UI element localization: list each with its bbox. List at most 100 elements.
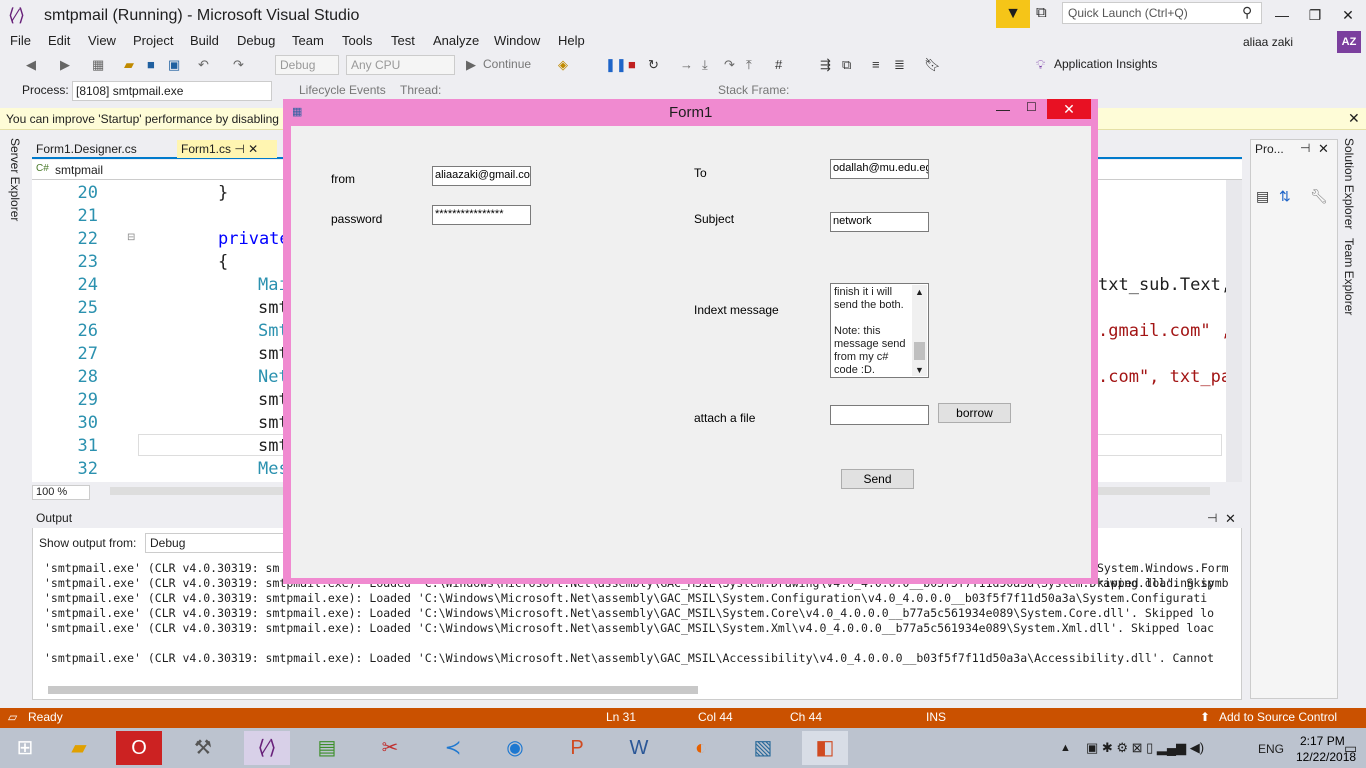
browser-icon[interactable]: ◉ — [492, 731, 538, 765]
add-to-source-control-button[interactable]: Add to Source Control — [1219, 710, 1337, 724]
continue-button[interactable]: Continue — [483, 57, 531, 71]
menu-project[interactable]: Project — [133, 33, 173, 48]
close-icon[interactable]: ✕ — [1225, 511, 1236, 527]
threads-icon[interactable]: ⇶ — [820, 57, 831, 73]
menu-window[interactable]: Window — [494, 33, 540, 48]
pin-icon[interactable]: ⊣ — [234, 142, 244, 156]
menu-edit[interactable]: Edit — [48, 33, 70, 48]
password-input[interactable]: **************** — [432, 205, 531, 225]
powerpoint-icon[interactable]: P — [554, 731, 600, 765]
pin-icon[interactable]: ⊣ — [1300, 141, 1310, 155]
quick-launch-input[interactable]: Quick Launch (Ctrl+Q) — [1062, 2, 1262, 24]
process-dropdown[interactable]: [8108] smtpmail.exe — [72, 81, 272, 101]
close-icon[interactable]: ✕ — [248, 142, 258, 156]
menu-file[interactable]: File — [10, 33, 31, 48]
restart-icon[interactable]: ↻ — [648, 57, 659, 73]
step-into-icon[interactable]: ⤓ — [702, 57, 708, 73]
clock-time[interactable]: 2:17 PM — [1300, 734, 1345, 748]
message-scroll-thumb[interactable] — [914, 342, 925, 360]
comment-icon[interactable]: ≡ — [872, 57, 880, 72]
step-out-icon[interactable]: ⤒ — [746, 57, 752, 73]
notification-center-icon[interactable]: ▭ — [1344, 740, 1357, 757]
from-input[interactable]: aliaazaki@gmail.com — [432, 166, 531, 186]
form1-maximize-button[interactable]: ☐ — [1026, 100, 1037, 114]
menu-test[interactable]: Test — [391, 33, 415, 48]
scroll-up-icon[interactable]: ▲ — [915, 287, 924, 297]
word-icon[interactable]: W — [616, 731, 662, 765]
step-over-icon[interactable]: ↷ — [724, 57, 735, 73]
new-project-icon[interactable]: ▦ — [92, 57, 104, 73]
file-explorer-icon[interactable]: ▰ — [56, 731, 102, 765]
filter-icon[interactable]: ▼ — [996, 0, 1030, 28]
subject-input[interactable]: network — [830, 212, 929, 232]
menu-debug[interactable]: Debug — [237, 33, 275, 48]
show-hidden-icons[interactable]: ▲ — [1060, 742, 1071, 754]
avatar[interactable]: AZ — [1337, 31, 1361, 53]
server-explorer-tab[interactable]: Server Explorer — [8, 138, 22, 221]
attach-icon[interactable]: ◈ — [558, 57, 568, 73]
stop-icon[interactable]: ■ — [628, 57, 636, 72]
close-button[interactable]: ✕ — [1334, 4, 1362, 26]
attach-input[interactable] — [830, 405, 929, 425]
scroll-down-icon[interactable]: ▼ — [915, 365, 924, 375]
project-dropdown[interactable]: smtpmail — [55, 163, 103, 177]
user-name[interactable]: aliaa zaki — [1243, 35, 1293, 49]
continue-icon[interactable]: ▶ — [466, 57, 476, 73]
alphabetical-icon[interactable]: ⇅ — [1279, 188, 1291, 205]
pin-icon[interactable]: ⊣ — [1207, 511, 1217, 525]
save-icon[interactable]: ■ — [147, 57, 155, 72]
undo-icon[interactable]: ↶ — [198, 57, 209, 73]
back-icon[interactable]: ◀ — [26, 57, 36, 73]
tools-app-icon[interactable]: ⚒ — [180, 731, 226, 765]
bookmark-icon[interactable]: 🔖︎ — [924, 57, 941, 73]
menu-help[interactable]: Help — [558, 33, 585, 48]
uncomment-icon[interactable]: ≣ — [894, 57, 905, 73]
form1-minimize-button[interactable]: — — [996, 101, 1010, 117]
send-button[interactable]: Send — [841, 469, 914, 489]
terminal-app-icon[interactable]: ▤ — [304, 731, 350, 765]
solution-explorer-tab[interactable]: Solution Explorer — [1342, 138, 1356, 229]
redo-icon[interactable]: ↷ — [233, 57, 244, 73]
tray-icons[interactable]: ▣ ✱ ⚙ ⊠ ▯ ▂▄▆ ◀) — [1086, 740, 1204, 756]
snipping-tool-icon[interactable]: ✂ — [367, 731, 413, 765]
hex-display-icon[interactable]: # — [775, 57, 782, 72]
open-folder-icon[interactable]: ▰ — [124, 57, 134, 73]
wrench-icon[interactable]: 🔧︎ — [1310, 188, 1328, 205]
notifications-icon[interactable]: ⧉ — [1036, 4, 1056, 24]
pause-icon[interactable]: ❚❚ — [605, 57, 627, 73]
form1-close-button[interactable]: ✕ — [1047, 99, 1091, 119]
tab-form1-designer[interactable]: Form1.Designer.cs — [32, 140, 172, 158]
collapse-icon[interactable]: ⊟ — [127, 232, 135, 243]
maximize-button[interactable]: ❐ — [1301, 4, 1329, 26]
output-source-dropdown[interactable]: Debug — [145, 533, 285, 553]
info-bar-close-icon[interactable]: ✕ — [1348, 110, 1360, 127]
team-explorer-tab[interactable]: Team Explorer — [1342, 238, 1356, 315]
message-scrollbar[interactable] — [912, 285, 927, 376]
menu-tools[interactable]: Tools — [342, 33, 372, 48]
firefox-icon[interactable]: ◐ — [678, 731, 724, 765]
platform-dropdown[interactable]: Any CPU — [346, 55, 455, 75]
search-icon[interactable]: ⚲ — [1242, 4, 1252, 21]
lifecycle-events-dropdown[interactable]: Lifecycle Events — [299, 83, 386, 97]
close-icon[interactable]: ✕ — [1318, 141, 1329, 157]
menu-build[interactable]: Build — [190, 33, 219, 48]
menu-team[interactable]: Team — [292, 33, 324, 48]
borrow-button[interactable]: borrow — [938, 403, 1011, 423]
to-input[interactable]: odallah@mu.edu.eg — [830, 159, 929, 179]
output-horizontal-scrollbar[interactable] — [48, 686, 698, 694]
photos-icon[interactable]: ▧ — [740, 731, 786, 765]
forward-icon[interactable]: ▶ — [60, 57, 70, 73]
zoom-dropdown[interactable]: 100 % — [32, 485, 90, 500]
vscode-icon[interactable]: ≺ — [430, 731, 476, 765]
minimize-button[interactable]: — — [1268, 4, 1296, 26]
menu-analyze[interactable]: Analyze — [433, 33, 479, 48]
visual-studio-icon[interactable]: ⟨∕⟩ — [244, 731, 290, 765]
windows-start-icon[interactable]: ⊞ — [2, 731, 48, 765]
application-insights-button[interactable]: Application Insights — [1054, 57, 1157, 71]
menu-view[interactable]: View — [88, 33, 116, 48]
show-next-statement-icon[interactable]: → — [680, 57, 693, 72]
locals-icon[interactable]: ⧉ — [842, 57, 851, 73]
windows-forms-app-icon[interactable]: ◧ — [802, 731, 848, 765]
tab-form1-cs[interactable]: Form1.cs ⊣ ✕ — [177, 140, 277, 158]
categorized-icon[interactable]: ▤ — [1256, 188, 1269, 205]
